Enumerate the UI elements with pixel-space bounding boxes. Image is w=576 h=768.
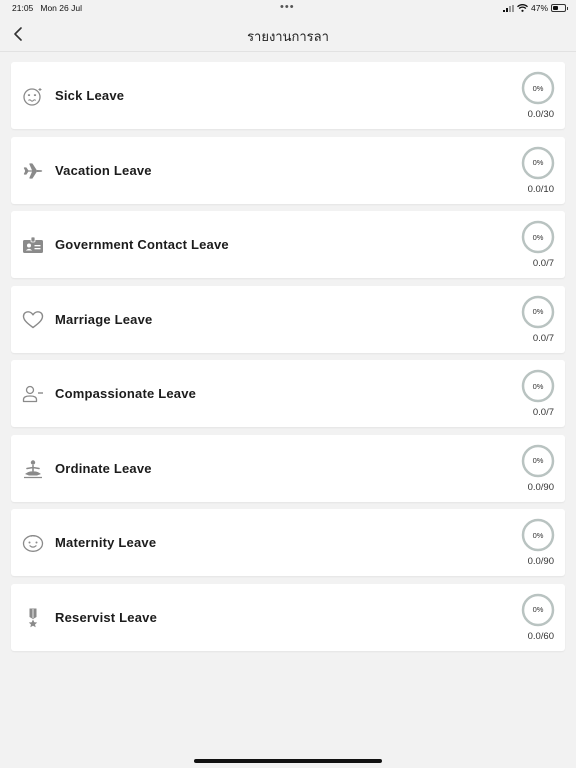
progress-ring: 0% [521,295,555,329]
wifi-icon [517,4,528,12]
progress-ring: 0% [521,220,555,254]
leave-name: Compassionate Leave [55,386,197,401]
leave-usage: 0.0/60 [527,630,554,642]
leave-name: Marriage Leave [55,311,153,327]
leave-name: Maternity Leave [55,535,157,550]
leave-name: Government Contact Leave [55,237,229,252]
status-date: Mon 26 Jul [40,3,82,13]
progress-ring: 0% [521,71,555,105]
multitasking-dots[interactable]: ••• [280,1,295,13]
cellular-signal-icon [502,4,514,12]
heart-icon [22,310,44,330]
page-title: รายงานการลา [247,29,329,44]
sick-face-icon [22,86,44,106]
navigation-bar: รายงานการลา [0,16,576,52]
progress-ring: 0% [521,369,555,403]
progress-percent: 0% [532,158,544,167]
medal-icon [22,608,44,628]
leave-card-reservist[interactable]: Reservist Leave 0% 0.0/60 [11,583,565,651]
progress-ring: 0% [521,518,555,552]
status-indicators: 47% [502,3,568,13]
person-minus-icon [22,384,44,404]
progress-ring: 0% [521,593,555,627]
leave-usage: 0.0/10 [527,183,554,195]
progress-percent: 0% [532,381,544,391]
progress-percent: 0% [532,456,544,465]
progress-percent: 0% [532,83,544,93]
home-indicator[interactable] [194,759,382,763]
leave-card-maternity[interactable]: Maternity Leave 0% 0.0/90 [11,509,565,576]
leave-usage: 0.0/30 [527,109,554,120]
status-bar: 21:05 Mon 26 Jul ••• 47% [0,0,576,16]
leave-card-marriage[interactable]: Marriage Leave 0% 0.0/7 [11,285,565,353]
leave-card-ordinate[interactable]: Ordinate Leave 0% 0.0/90 [11,434,565,502]
leave-card-government-contact[interactable]: Government Contact Leave 0% 0.0/7 [11,211,565,278]
battery-percent: 47% [530,3,548,13]
leave-name: Reservist Leave [55,609,158,625]
leave-usage: 0.0/7 [532,332,554,344]
leave-usage: 0.0/7 [532,258,554,269]
leave-name: Sick Leave [55,88,125,103]
progress-percent: 0% [532,232,544,242]
baby-face-icon [22,533,44,553]
leave-report-list: Sick Leave 0% 0.0/30 Vacation Leave 0% 0… [11,62,565,658]
progress-percent: 0% [532,307,544,316]
progress-ring: 0% [521,146,555,180]
battery-icon [551,4,568,12]
leave-usage: 0.0/90 [527,481,554,493]
progress-percent: 0% [532,605,544,614]
leave-usage: 0.0/90 [527,556,554,567]
leave-card-sick[interactable]: Sick Leave 0% 0.0/30 [11,62,565,129]
progress-percent: 0% [532,530,544,540]
airplane-icon [22,161,44,181]
meditation-icon [22,459,44,479]
leave-card-vacation[interactable]: Vacation Leave 0% 0.0/10 [11,136,565,204]
status-time: 21:05 [12,3,34,13]
progress-ring: 0% [521,444,555,478]
leave-name: Vacation Leave [55,162,152,178]
leave-card-compassionate[interactable]: Compassionate Leave 0% 0.0/7 [11,360,565,427]
status-time-date: 21:05 Mon 26 Jul [12,3,82,13]
leave-name: Ordinate Leave [55,460,152,476]
leave-usage: 0.0/7 [532,407,554,418]
id-card-icon [22,235,44,255]
